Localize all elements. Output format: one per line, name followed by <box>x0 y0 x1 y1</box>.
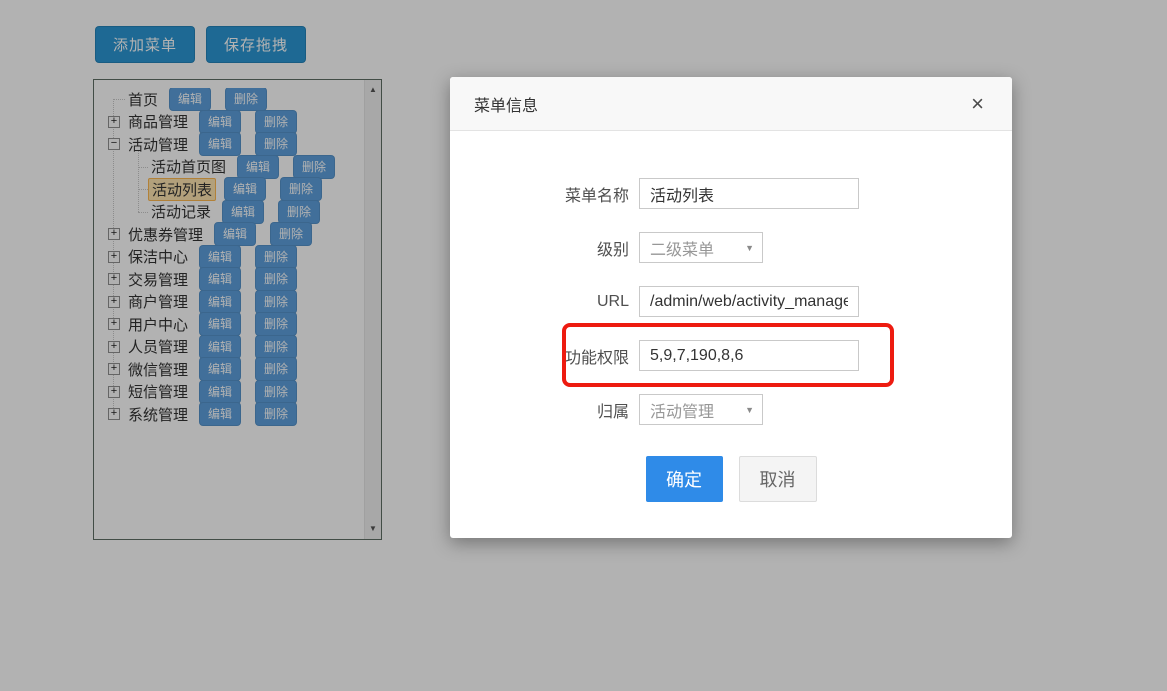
parent-selected-value: 活动管理 <box>650 398 714 422</box>
permissions-input[interactable] <box>639 340 859 371</box>
level-selected-value: 二级菜单 <box>650 236 714 260</box>
level-select[interactable]: 二级菜单 ▼ <box>639 232 763 263</box>
dialog-body: 菜单名称级别二级菜单 ▼ URL 功能权限归属活动管理 ▼ 确定 取消 <box>450 131 1012 502</box>
parent-row: 归属活动管理 ▼ <box>450 394 1012 425</box>
dialog-header: 菜单信息 × <box>450 77 1012 131</box>
confirm-button[interactable]: 确定 <box>646 456 723 502</box>
chevron-down-icon: ▼ <box>745 405 754 415</box>
url-row: URL <box>450 286 1012 317</box>
url-input[interactable] <box>639 286 859 317</box>
cancel-button[interactable]: 取消 <box>739 456 817 502</box>
level-row: 级别二级菜单 ▼ <box>450 232 1012 263</box>
chevron-down-icon: ▼ <box>745 243 754 253</box>
parent-select[interactable]: 活动管理 ▼ <box>639 394 763 425</box>
parent-label: 归属 <box>450 398 639 422</box>
menu-info-dialog: 菜单信息 × 菜单名称级别二级菜单 ▼ URL 功能权限归属活动管理 ▼ 确定 取消 <box>450 77 1012 538</box>
dialog-title: 菜单信息 <box>474 92 538 116</box>
close-icon[interactable]: × <box>967 91 988 117</box>
permissions-row: 功能权限 <box>450 340 1012 371</box>
url-label: URL <box>450 293 639 311</box>
menu-name-label: 菜单名称 <box>450 182 639 206</box>
menu-name-input[interactable] <box>639 178 859 209</box>
dialog-footer: 确定 取消 <box>450 456 1012 502</box>
permissions-label: 功能权限 <box>450 344 639 368</box>
level-label: 级别 <box>450 236 639 260</box>
menu-name-row: 菜单名称 <box>450 178 1012 209</box>
